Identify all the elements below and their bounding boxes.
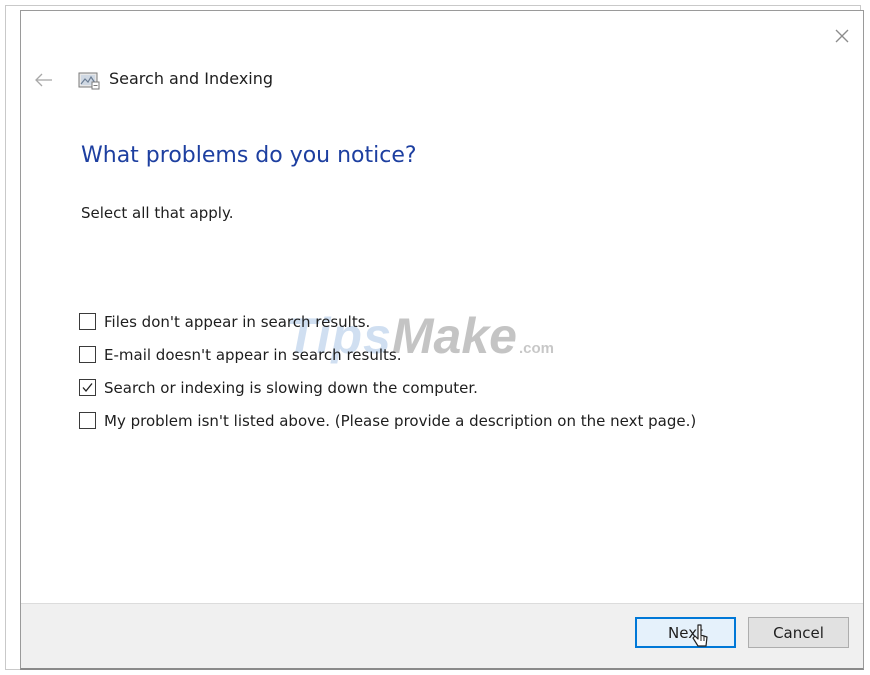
cancel-button[interactable]: Cancel [748,617,849,648]
app-title: Search and Indexing [109,69,274,88]
dialog-footer: Next Cancel [21,603,863,668]
back-arrow-icon[interactable] [33,71,55,89]
option-problem-not-listed[interactable]: My problem isn't listed above. (Please p… [79,404,696,437]
option-label: My problem isn't listed above. (Please p… [104,411,697,430]
option-email-not-in-results[interactable]: E-mail doesn't appear in search results. [79,338,696,371]
close-icon[interactable] [831,25,853,47]
checkbox-checked[interactable] [79,379,96,396]
option-slowing-down-computer[interactable]: Search or indexing is slowing down the c… [79,371,696,404]
instruction-text: Select all that apply. [81,204,234,222]
checkbox-unchecked[interactable] [79,313,96,330]
problem-options-list: Files don't appear in search results. E-… [79,305,696,437]
checkbox-unchecked[interactable] [79,412,96,429]
option-files-not-in-results[interactable]: Files don't appear in search results. [79,305,696,338]
search-indexing-icon [78,71,100,90]
checkmark-icon [82,383,93,393]
option-label: E-mail doesn't appear in search results. [104,345,402,364]
option-label: Search or indexing is slowing down the c… [104,378,478,397]
next-button[interactable]: Next [635,617,736,648]
troubleshooter-window: Search and Indexing What problems do you… [20,10,864,670]
page-heading: What problems do you notice? [81,143,417,168]
checkbox-unchecked[interactable] [79,346,96,363]
option-label: Files don't appear in search results. [104,312,371,331]
